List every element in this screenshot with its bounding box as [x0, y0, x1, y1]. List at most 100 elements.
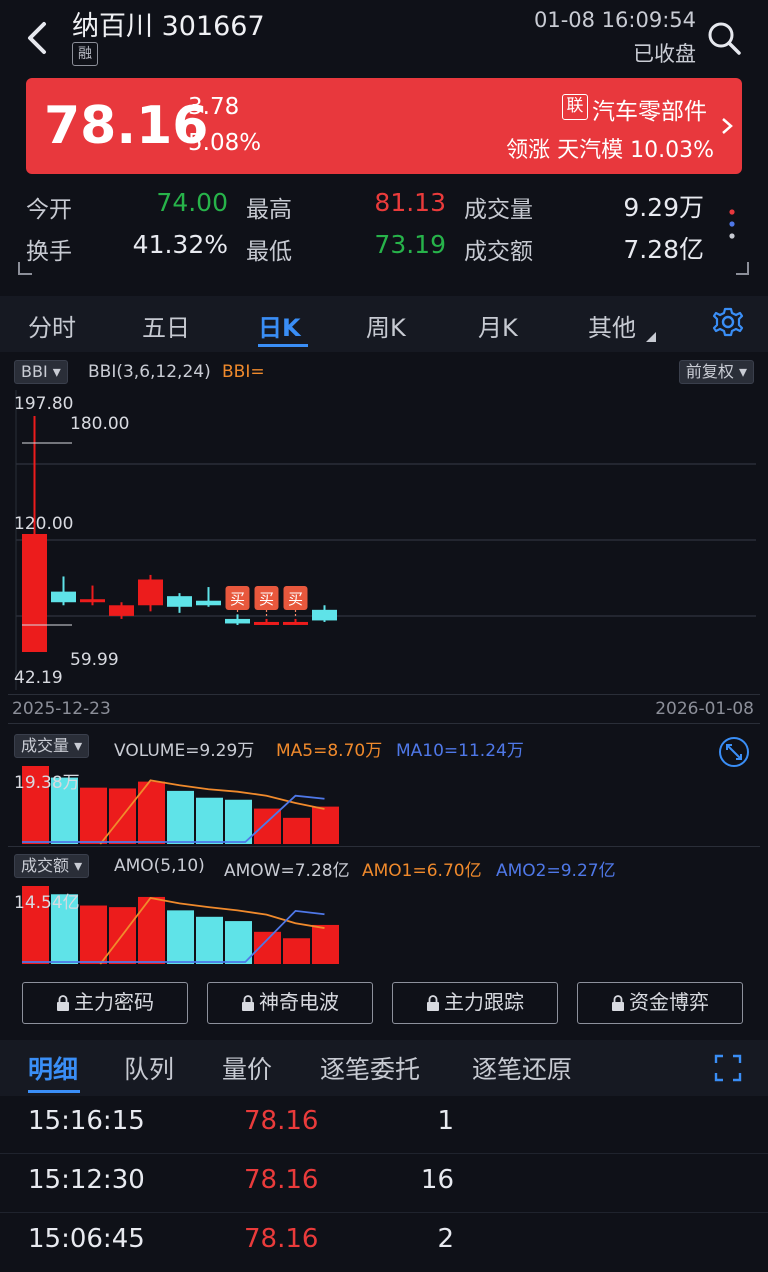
- adjust-label: 前复权: [685, 362, 734, 381]
- candle-body: [196, 600, 221, 606]
- corner-bracket-icon: [736, 262, 749, 275]
- chart-area[interactable]: BBI ▾ BBI(3,6,12,24) BBI= 前复权 ▾ 买买买 197.…: [8, 352, 760, 966]
- volume-bar: [312, 924, 339, 964]
- lock-button-magic-wave[interactable]: 神奇电波: [207, 982, 373, 1024]
- date-axis: 2025-12-23 2026-01-08: [8, 694, 760, 724]
- stat-label-volume: 成交量: [464, 197, 533, 223]
- tab-volume-price[interactable]: 量价: [222, 1050, 272, 1086]
- volume-bar: [196, 916, 223, 964]
- lock-icon: [427, 995, 439, 1011]
- volume-bar: [225, 921, 252, 964]
- tab-queue[interactable]: 队列: [124, 1050, 174, 1086]
- tab-detail[interactable]: 明细: [28, 1050, 78, 1086]
- tab-monthly-k[interactable]: 月K: [478, 308, 518, 343]
- trade-row: 15:16:15 78.16 1: [0, 1096, 768, 1154]
- stat-value-open: 74.00: [156, 188, 228, 217]
- tab-other[interactable]: 其他: [588, 308, 636, 343]
- buy-signal-label: 买: [259, 590, 274, 608]
- volume-chip-label: 成交量: [21, 736, 70, 755]
- y-max-label: 197.80: [14, 394, 74, 414]
- tab-order-by-order[interactable]: 逐笔委托: [320, 1050, 420, 1086]
- trade-volume: 1: [437, 1106, 454, 1136]
- trade-price: 78.16: [244, 1224, 319, 1254]
- volume-dropdown[interactable]: 成交量 ▾: [14, 734, 90, 758]
- lock-button-label: 资金博弈: [629, 990, 709, 1014]
- amount-dropdown[interactable]: 成交额 ▾: [14, 854, 90, 878]
- adjust-dropdown[interactable]: 前复权 ▾: [678, 360, 754, 384]
- amount-chart[interactable]: [8, 878, 760, 966]
- volume-max-label: 19.38万: [14, 773, 80, 793]
- candle-body: [225, 618, 250, 624]
- stat-label-low: 最低: [246, 239, 292, 265]
- stat-label-open: 今开: [26, 197, 72, 223]
- corner-bracket-icon: [18, 262, 32, 275]
- indicator-label: BBI: [21, 362, 48, 381]
- trade-volume: 16: [420, 1165, 454, 1195]
- buy-signal-label: 买: [230, 590, 245, 608]
- lock-button-main-tracking[interactable]: 主力跟踪: [392, 982, 558, 1024]
- candle-body: [80, 599, 105, 603]
- stock-title: 纳百川 301667: [72, 11, 265, 42]
- price-band[interactable]: 78.16 3.78 5.08% 联 汽车零部件 领涨 天汽模 10.03%: [26, 78, 742, 174]
- lock-button-label: 主力跟踪: [444, 990, 524, 1014]
- volume-bar: [138, 896, 165, 964]
- detail-tabs: 明细 队列 量价 逐笔委托 逐笔还原: [0, 1040, 768, 1096]
- level-120-label: 120.00: [14, 514, 74, 534]
- last-price: 78.16: [44, 96, 209, 156]
- indicator-dropdown[interactable]: BBI ▾: [14, 360, 68, 384]
- dropdown-corner-icon: [646, 332, 656, 342]
- price-change: 3.78: [188, 94, 240, 120]
- lock-icon: [57, 995, 69, 1011]
- stat-label-turnover: 换手: [26, 239, 72, 265]
- market-status: 已收盘: [633, 42, 696, 66]
- candlestick-chart[interactable]: 买买买: [8, 390, 760, 690]
- amount-formula: AMO(5,10): [114, 856, 205, 876]
- trade-price: 78.16: [244, 1106, 319, 1136]
- active-tab-indicator: [258, 344, 308, 347]
- back-arrow-icon[interactable]: [22, 18, 52, 58]
- fullscreen-icon[interactable]: [714, 1054, 742, 1082]
- candle-body: [51, 591, 76, 603]
- volume-bar: [80, 905, 107, 964]
- volume-bar: [80, 787, 107, 844]
- volume-bar: [312, 806, 339, 844]
- tab-tick-replay[interactable]: 逐笔还原: [472, 1050, 572, 1086]
- sector-leader: 领涨 天汽模 10.03%: [506, 138, 714, 163]
- period-tabs: 分时 五日 日K 周K 月K 其他: [0, 296, 768, 352]
- margin-badge: 融: [72, 42, 98, 66]
- lock-button-main-code[interactable]: 主力密码: [22, 982, 188, 1024]
- lock-button-label: 主力密码: [74, 990, 154, 1014]
- bbi-value: BBI=: [222, 362, 265, 382]
- volume-bar: [167, 790, 194, 844]
- tab-weekly-k[interactable]: 周K: [366, 308, 406, 343]
- candle-body: [167, 596, 192, 607]
- sector-badge: 联: [562, 94, 588, 120]
- stat-value-turnover: 41.32%: [132, 230, 228, 259]
- lock-button-capital-game[interactable]: 资金博弈: [577, 982, 743, 1024]
- lock-button-label: 神奇电波: [259, 990, 339, 1014]
- volume-bar: [283, 817, 310, 844]
- price-change-pct: 5.08%: [188, 130, 262, 156]
- tab-intraday[interactable]: 分时: [28, 308, 76, 343]
- bbi-formula: BBI(3,6,12,24): [88, 362, 211, 382]
- chevron-right-icon: [722, 118, 733, 134]
- stat-value-high: 81.13: [374, 188, 446, 217]
- volume-bar: [196, 797, 223, 844]
- lock-icon: [612, 995, 624, 1011]
- trade-volume: 2: [437, 1224, 454, 1254]
- buy-signal-label: 买: [288, 590, 303, 608]
- candle-body: [138, 579, 163, 606]
- tab-daily-k[interactable]: 日K: [258, 308, 301, 343]
- settings-gear-icon[interactable]: [712, 306, 744, 338]
- date-start: 2025-12-23: [12, 699, 111, 719]
- stat-value-low: 73.19: [374, 230, 446, 259]
- y-min-label: 42.19: [14, 668, 63, 688]
- tab-five-day[interactable]: 五日: [142, 308, 190, 343]
- volume-chart[interactable]: [8, 758, 760, 846]
- search-icon[interactable]: [706, 20, 742, 56]
- quote-stats: 今开 74.00 最高 81.13 成交量 9.29万 换手 41.32% 最低…: [0, 180, 768, 280]
- pane-divider: [8, 846, 760, 847]
- more-dots-icon[interactable]: [726, 206, 738, 246]
- header: 纳百川 301667 融 01-08 16:09:54 已收盘: [0, 0, 768, 72]
- trade-time: 15:16:15: [28, 1106, 145, 1136]
